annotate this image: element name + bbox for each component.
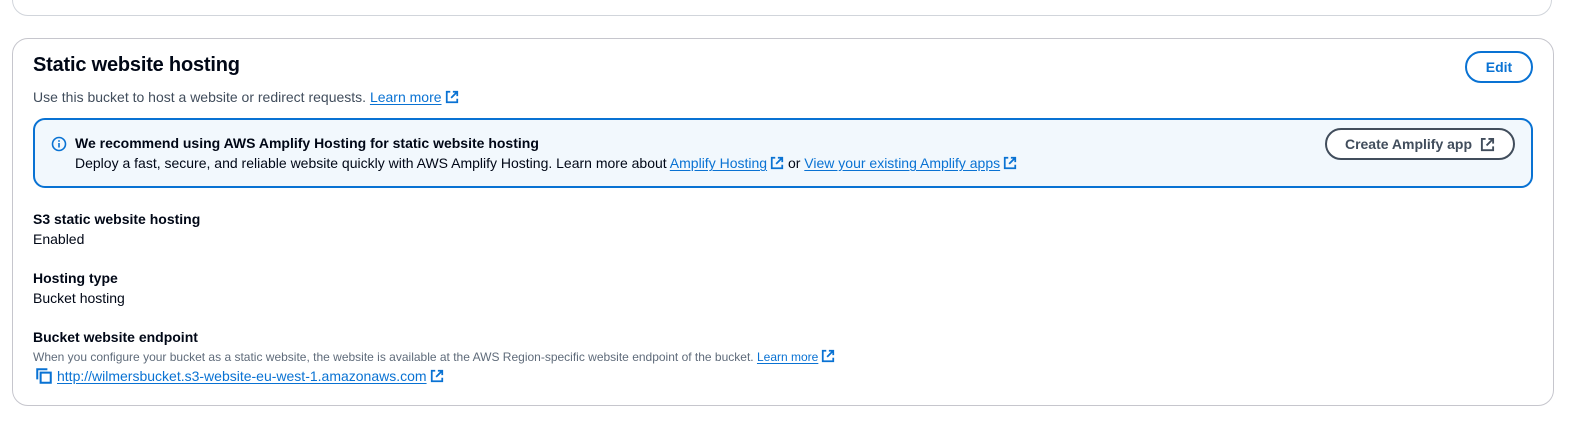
endpoint-description-text: When you configure your bucket as a stat… bbox=[33, 350, 754, 364]
external-link-icon bbox=[822, 349, 835, 363]
info-icon bbox=[51, 136, 67, 152]
endpoint-url: http://wilmersbucket.s3-website-eu-west-… bbox=[57, 368, 427, 384]
alert-title: We recommend using AWS Amplify Hosting f… bbox=[75, 135, 539, 151]
external-link-icon bbox=[445, 90, 458, 104]
endpoint-url-link[interactable]: http://wilmersbucket.s3-website-eu-west-… bbox=[57, 368, 444, 384]
alert-body: Deploy a fast, secure, and reliable webs… bbox=[75, 155, 1017, 171]
endpoint-learn-more-label: Learn more bbox=[756, 350, 819, 364]
s3-hosting-field: S3 static website hosting Enabled bbox=[33, 209, 200, 249]
static-website-hosting-panel: Static website hosting Use this bucket t… bbox=[12, 38, 1554, 406]
previous-panel-edge bbox=[12, 0, 1552, 16]
endpoint-description: When you configure your bucket as a stat… bbox=[33, 349, 835, 365]
external-link-icon bbox=[770, 156, 784, 170]
create-amplify-app-label: Create Amplify app bbox=[1344, 136, 1473, 152]
endpoint-label: Bucket website endpoint bbox=[33, 329, 198, 345]
edit-button[interactable]: Edit bbox=[1465, 51, 1533, 83]
panel-description: Use this bucket to host a website or red… bbox=[33, 89, 459, 105]
external-link-icon bbox=[430, 369, 443, 383]
amplify-hosting-label: Amplify Hosting bbox=[669, 155, 768, 171]
hosting-type-field: Hosting type Bucket hosting bbox=[33, 268, 125, 308]
learn-more-label: Learn more bbox=[369, 89, 442, 105]
hosting-type-label: Hosting type bbox=[33, 270, 118, 286]
s3-hosting-value: Enabled bbox=[33, 231, 85, 247]
alert-body-text: Deploy a fast, secure, and reliable webs… bbox=[75, 155, 667, 171]
hosting-type-value: Bucket hosting bbox=[33, 290, 125, 306]
external-link-icon bbox=[1004, 156, 1017, 170]
s3-hosting-label: S3 static website hosting bbox=[33, 211, 201, 227]
endpoint-row: http://wilmersbucket.s3-website-eu-west-… bbox=[33, 367, 835, 385]
panel-title: Static website hosting bbox=[33, 54, 240, 76]
amplify-hosting-link[interactable]: Amplify Hosting bbox=[670, 155, 784, 171]
or-text: or bbox=[787, 155, 801, 171]
endpoint-learn-more-link[interactable]: Learn more bbox=[756, 349, 835, 364]
learn-more-link[interactable]: Learn more bbox=[370, 89, 459, 105]
endpoint-field: Bucket website endpoint When you configu… bbox=[33, 327, 835, 385]
view-amplify-apps-label: View your existing Amplify apps bbox=[804, 155, 1001, 171]
amplify-recommendation-alert: We recommend using AWS Amplify Hosting f… bbox=[33, 118, 1533, 188]
create-amplify-app-button[interactable]: Create Amplify app bbox=[1325, 128, 1515, 160]
view-amplify-apps-link[interactable]: View your existing Amplify apps bbox=[804, 155, 1017, 171]
external-link-icon bbox=[1480, 137, 1495, 151]
copy-icon[interactable] bbox=[35, 367, 53, 385]
panel-description-text: Use this bucket to host a website or red… bbox=[33, 89, 367, 105]
